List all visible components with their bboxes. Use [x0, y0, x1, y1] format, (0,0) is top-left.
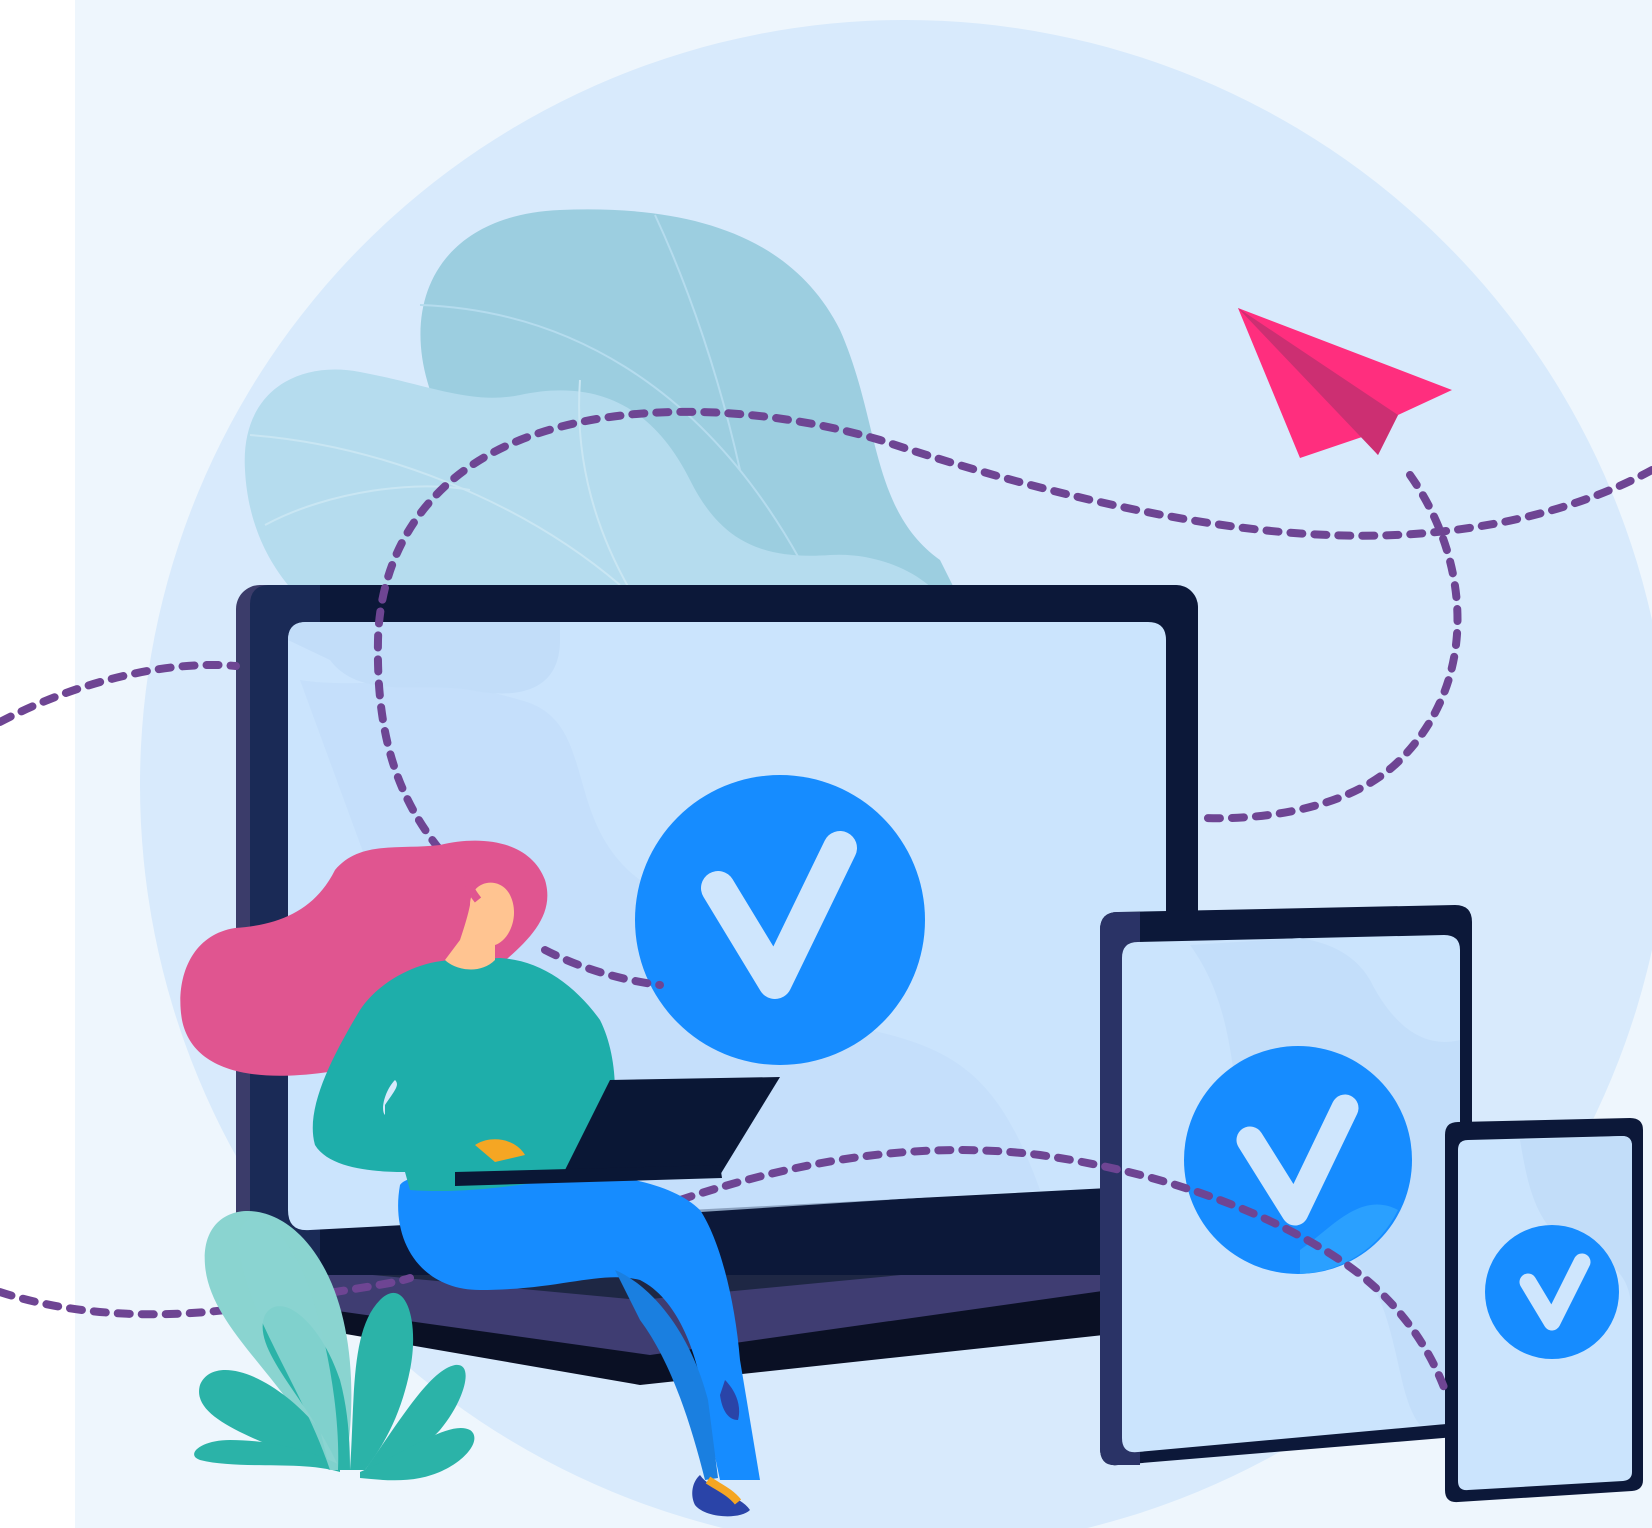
illustration-stage — [0, 0, 1652, 1528]
check-badge-icon — [635, 775, 925, 1065]
devices-illustration — [0, 20, 1652, 1528]
check-badge-icon — [1485, 1225, 1619, 1359]
check-badge-icon — [1184, 1046, 1412, 1274]
